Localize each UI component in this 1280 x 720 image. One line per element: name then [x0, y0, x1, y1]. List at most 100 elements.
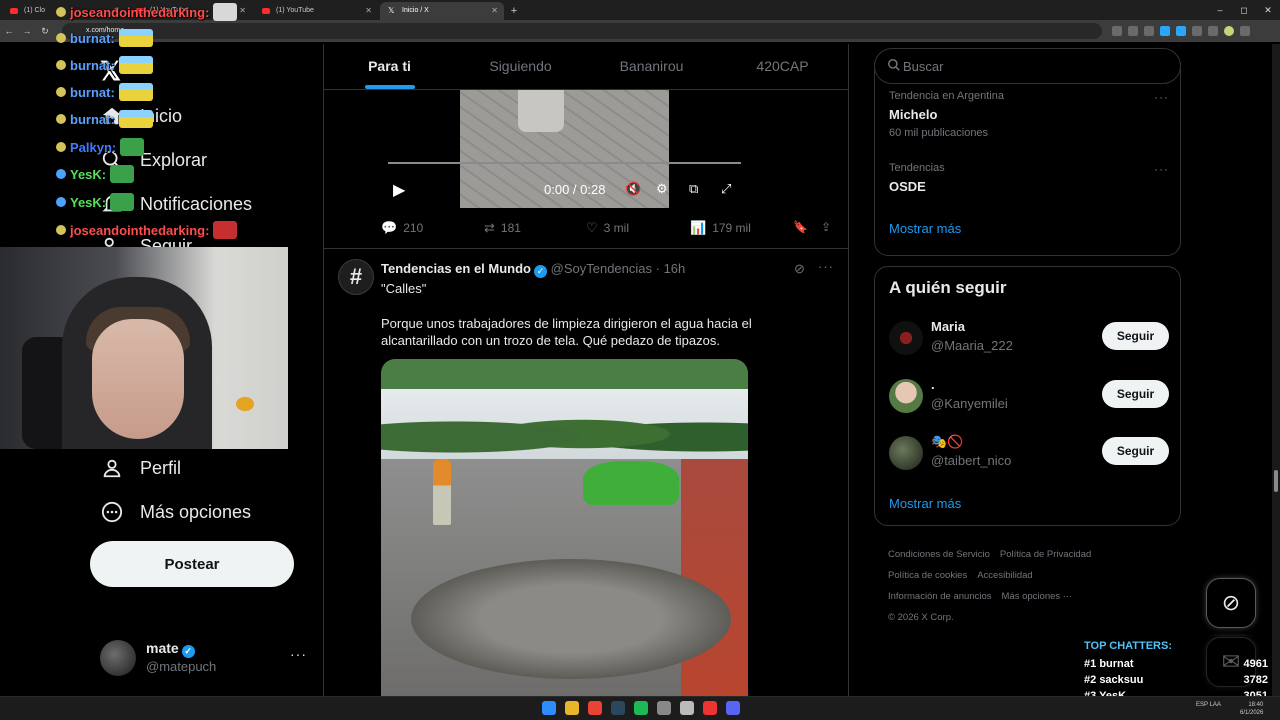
- new-tab-button[interactable]: +: [504, 2, 524, 20]
- app-icon[interactable]: [703, 701, 717, 715]
- suggestion-name: .: [931, 377, 935, 392]
- maximize-button[interactable]: ◻: [1232, 0, 1256, 20]
- account-switcher[interactable]: mate ✓ @matepuch ···: [100, 638, 312, 682]
- follow-button[interactable]: Seguir: [1102, 322, 1169, 350]
- trend-category: Tendencias: [889, 162, 945, 174]
- share-icon[interactable]: ⇪: [821, 220, 831, 234]
- grok-icon[interactable]: ⊘: [794, 261, 805, 277]
- spotify-icon[interactable]: [634, 701, 648, 715]
- more-icon[interactable]: ···: [290, 646, 307, 662]
- tab-para-ti[interactable]: Para ti: [324, 44, 455, 89]
- extension-icon[interactable]: [1160, 26, 1170, 36]
- chat-message: YesK:: [56, 164, 135, 184]
- grok-fab-icon[interactable]: ⊘: [1206, 578, 1256, 628]
- trend-item[interactable]: Tendencia en Argentina Michelo 60 mil pu…: [889, 90, 1169, 139]
- close-tab-icon[interactable]: ✕: [491, 2, 498, 20]
- avatar[interactable]: #: [338, 259, 374, 295]
- app-icon[interactable]: [657, 701, 671, 715]
- media-puddle: [411, 559, 731, 679]
- show-more-link[interactable]: Mostrar más: [889, 496, 961, 511]
- more-icon[interactable]: ···: [818, 259, 834, 274]
- video-progress-bar[interactable]: [388, 162, 741, 164]
- post-button[interactable]: Postear: [90, 541, 294, 587]
- show-more-link[interactable]: Mostrar más: [889, 221, 961, 236]
- follow-suggestion[interactable]: Maria @Maaria_222 Seguir: [889, 319, 1169, 359]
- like-button[interactable]: ♡ 3 mil: [586, 220, 629, 236]
- cast-icon[interactable]: [1128, 26, 1138, 36]
- chat-nick: burnat:: [70, 111, 115, 127]
- bookmark-star-icon[interactable]: [1144, 26, 1154, 36]
- page-scrollbar[interactable]: [1272, 44, 1280, 696]
- tab-siguiendo[interactable]: Siguiendo: [455, 44, 586, 89]
- forward-icon[interactable]: →: [18, 26, 36, 36]
- chat-message: joseandointhedarking:: [56, 220, 238, 240]
- footer-link[interactable]: Más opciones ···: [1002, 591, 1073, 602]
- follow-suggestion[interactable]: . @Kanyemilei Seguir: [889, 377, 1169, 417]
- fullscreen-icon[interactable]: ⤢: [721, 181, 731, 197]
- tweet-actions: 💬 210 ⇄ 181 ♡ 3 mil 📊 179 mil 🔖 ⇪: [381, 220, 841, 238]
- close-tab-icon[interactable]: ✕: [239, 2, 246, 20]
- browser-tab-active[interactable]: 𝕏 Inicio / X ✕: [380, 2, 504, 20]
- footer-link[interactable]: Política de Privacidad: [1000, 549, 1091, 560]
- settings-icon[interactable]: ⚙: [656, 181, 668, 197]
- browser-tab[interactable]: (1) YouTube ✕: [254, 2, 378, 20]
- steam-icon[interactable]: [611, 701, 625, 715]
- scrollbar-thumb[interactable]: [1274, 470, 1278, 492]
- minimize-button[interactable]: –: [1208, 0, 1232, 20]
- footer-link[interactable]: Accesibilidad: [977, 570, 1032, 581]
- author-name[interactable]: Tendencias en el Mundo: [381, 261, 531, 276]
- footer-link[interactable]: Información de anuncios: [888, 591, 992, 602]
- tab-bananirou[interactable]: Bananirou: [586, 44, 717, 89]
- nav-more-options[interactable]: Más opciones: [100, 500, 251, 524]
- clock[interactable]: 18:40 6/1/2026: [1240, 701, 1263, 717]
- video-player[interactable]: ▶ 0:00 / 0:28 🔇 ⚙ ⧉ ⤢: [381, 90, 748, 208]
- pip-icon[interactable]: ⧉: [689, 181, 698, 197]
- chat-message: burnat:: [56, 109, 153, 129]
- app-icon[interactable]: [680, 701, 694, 715]
- tweet-media[interactable]: [381, 359, 748, 696]
- more-icon[interactable]: ···: [1154, 162, 1169, 176]
- follow-button[interactable]: Seguir: [1102, 380, 1169, 408]
- nav-profile[interactable]: Perfil: [100, 456, 181, 480]
- suggestion-handle: @Kanyemilei: [931, 396, 1008, 411]
- sidebar-icon[interactable]: [1208, 26, 1218, 36]
- trend-category: Tendencia en Argentina: [889, 90, 1004, 102]
- puzzle-icon[interactable]: [1192, 26, 1202, 36]
- close-tab-icon[interactable]: ✕: [365, 2, 372, 20]
- repost-button[interactable]: ⇄ 181: [484, 220, 521, 236]
- footer-link[interactable]: Política de cookies: [888, 570, 967, 581]
- views-button[interactable]: 📊 179 mil: [690, 220, 751, 236]
- close-window-button[interactable]: ✕: [1256, 0, 1280, 20]
- footer-link[interactable]: Condiciones de Servicio: [888, 549, 990, 560]
- language-indicator[interactable]: ESP LAA: [1196, 701, 1221, 709]
- mute-icon[interactable]: 🔇: [625, 181, 641, 197]
- back-icon[interactable]: ←: [0, 26, 18, 36]
- taskbar-apps: [542, 701, 740, 715]
- video-time: 0:00 / 0:28: [544, 182, 606, 197]
- profile-avatar[interactable]: [1224, 26, 1234, 36]
- file-explorer-icon[interactable]: [565, 701, 579, 715]
- zoom-icon[interactable]: [1112, 26, 1122, 36]
- reload-icon[interactable]: ↻: [36, 26, 54, 37]
- youtube-icon: [262, 8, 270, 14]
- author-handle[interactable]: @SoyTendencias: [551, 261, 652, 276]
- play-icon[interactable]: ▶: [393, 180, 405, 200]
- menu-icon[interactable]: [1240, 26, 1250, 36]
- more-circle-icon: [100, 500, 124, 524]
- discord-icon[interactable]: [726, 701, 740, 715]
- more-icon[interactable]: ···: [1154, 90, 1169, 104]
- chat-nick: burnat:: [70, 57, 115, 73]
- address-bar[interactable]: x.com/home: [62, 23, 1102, 39]
- trend-item[interactable]: Tendencias OSDE ···: [889, 162, 1169, 194]
- windows-start-icon[interactable]: [542, 701, 556, 715]
- follow-button[interactable]: Seguir: [1102, 437, 1169, 465]
- who-to-follow-panel: A quién seguir Maria @Maaria_222 Seguir …: [874, 266, 1181, 526]
- bookmark-icon[interactable]: 🔖: [793, 220, 808, 234]
- timeline: Para ti Siguiendo Bananirou 420CAP ▶ 0:0…: [323, 44, 849, 696]
- follow-suggestion[interactable]: 🎭🚫 @taibert_nico Seguir: [889, 434, 1169, 474]
- extension-icon[interactable]: [1176, 26, 1186, 36]
- chrome-icon[interactable]: [588, 701, 602, 715]
- tweet[interactable]: # Tendencias en el Mundo ✓ @SoyTendencias…: [324, 248, 848, 696]
- tab-420cap[interactable]: 420CAP: [717, 44, 848, 89]
- reply-button[interactable]: 💬 210: [381, 220, 423, 236]
